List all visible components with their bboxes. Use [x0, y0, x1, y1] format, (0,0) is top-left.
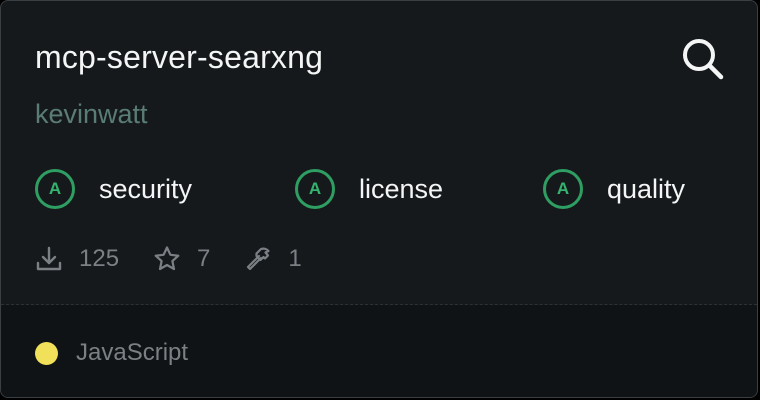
repo-title[interactable]: mcp-server-searxng — [35, 39, 323, 76]
tools-count: 1 — [288, 245, 302, 272]
language-color-dot — [35, 342, 58, 365]
star-icon — [153, 245, 181, 273]
grade-badge: A — [543, 169, 583, 209]
stars-count: 7 — [197, 245, 211, 272]
grade-label: security — [99, 173, 193, 204]
tools-stat: 1 — [244, 245, 302, 273]
download-icon — [35, 245, 63, 273]
stars-stat: 7 — [153, 245, 210, 273]
grade-badge: A — [295, 169, 335, 209]
grade-label: license — [359, 173, 444, 204]
repo-author[interactable]: kevinwatt — [35, 99, 148, 130]
grade-badge: A — [35, 169, 75, 209]
search-icon[interactable] — [681, 37, 725, 81]
grade-license: A license — [295, 167, 443, 211]
downloads-stat: 125 — [35, 245, 119, 273]
hammer-icon — [244, 245, 272, 273]
grade-label: quality — [607, 173, 686, 204]
language-label: JavaScript — [76, 339, 189, 366]
grade-security: A security — [35, 167, 192, 211]
server-card[interactable]: mcp-server-searxng kevinwatt A security … — [0, 0, 758, 398]
divider — [1, 304, 757, 305]
grade-quality: A quality — [543, 167, 685, 211]
downloads-count: 125 — [79, 245, 120, 272]
stats-row: 125 7 1 — [35, 241, 336, 277]
